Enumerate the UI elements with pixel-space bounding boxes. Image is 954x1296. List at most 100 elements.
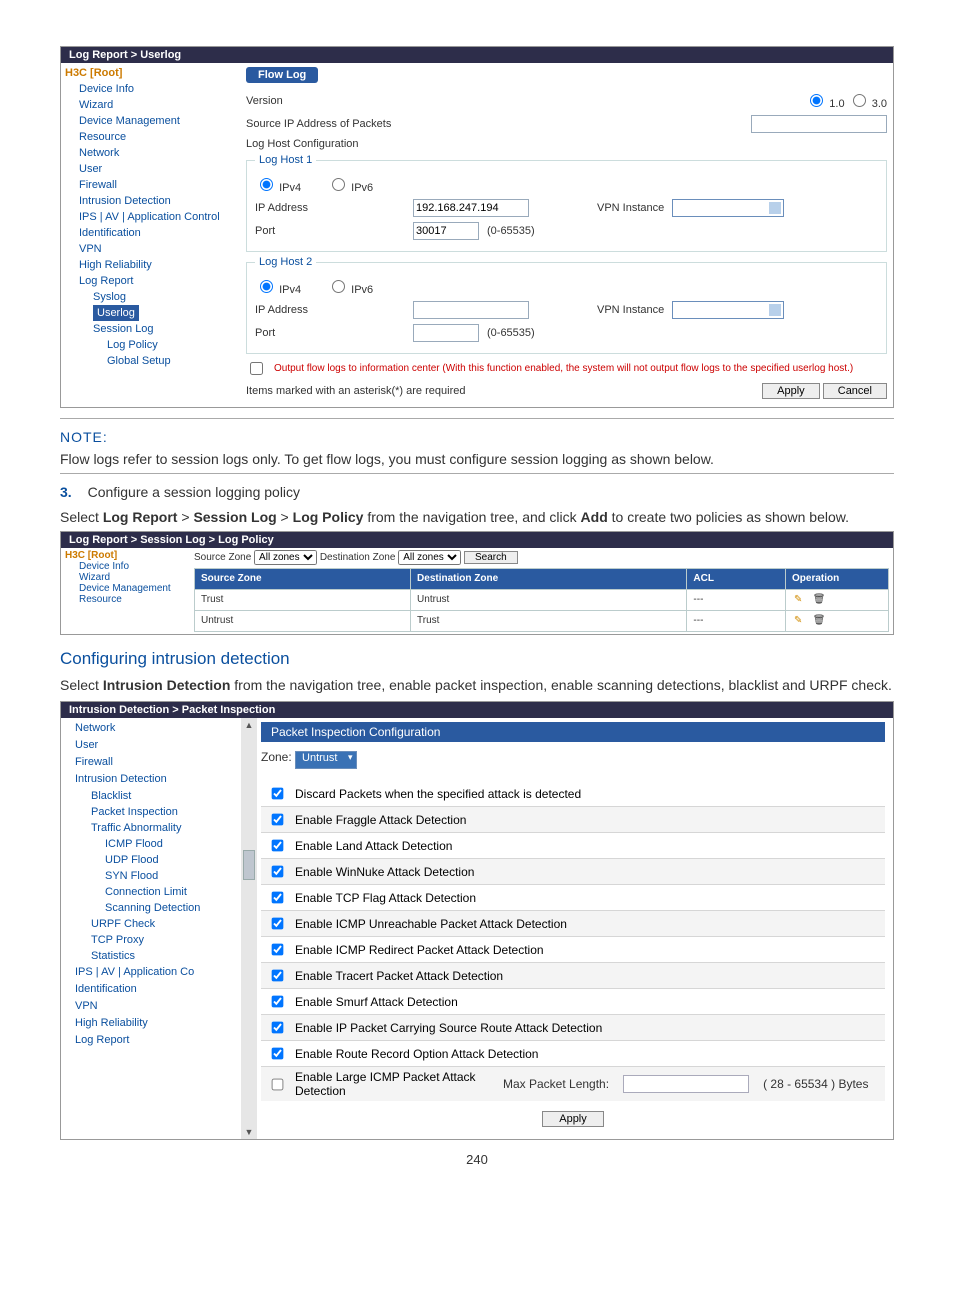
nav-intrusion-detection[interactable]: Intrusion Detection <box>65 193 240 209</box>
radio-version-1[interactable]: 1.0 <box>805 98 844 110</box>
nav-resource[interactable]: Resource <box>65 129 240 145</box>
id-nav-syn-flood[interactable]: SYN Flood <box>61 868 241 884</box>
sl-nav-deviceinfo[interactable]: Device Info <box>65 561 190 572</box>
edit-icon[interactable] <box>794 594 806 606</box>
sl-nav-devmgmt[interactable]: Device Management <box>65 583 190 594</box>
radio-version-3[interactable]: 3.0 <box>848 98 887 110</box>
select-dst-zone[interactable]: All zones <box>398 550 461 565</box>
nav-scrollbar[interactable]: ▲ ▼ <box>241 718 257 1139</box>
input-h1-ip[interactable] <box>413 199 529 217</box>
nav-session-log[interactable]: Session Log <box>65 321 240 337</box>
edit-icon[interactable] <box>794 615 806 627</box>
nav-device-info[interactable]: Device Info <box>65 81 240 97</box>
radio-h2-ipv6[interactable]: IPv6 <box>327 277 373 296</box>
col-src-zone: Source Zone <box>195 568 411 589</box>
id-nav-ident[interactable]: Identification <box>61 981 241 998</box>
label-h1-ip: IP Address <box>255 202 405 214</box>
id-nav-blacklist[interactable]: Blacklist <box>61 788 241 804</box>
nav-ips-av-appctrl[interactable]: IPS | AV | Application Control <box>65 209 240 225</box>
sl-nav-root[interactable]: H3C [Root] <box>65 550 190 561</box>
screenshot-userlog: Log Report > Userlog H3C [Root] Device I… <box>60 46 894 408</box>
scroll-down-icon[interactable]: ▼ <box>245 1125 254 1139</box>
chk-discard[interactable] <box>272 788 284 800</box>
nav-wizard[interactable]: Wizard <box>65 97 240 113</box>
id-nav-udp-flood[interactable]: UDP Flood <box>61 852 241 868</box>
chk-winnuke[interactable] <box>272 866 284 878</box>
id-nav-firewall[interactable]: Firewall <box>61 754 241 771</box>
search-button[interactable]: Search <box>464 551 518 564</box>
id-nav-packet-inspect[interactable]: Packet Inspection <box>61 804 241 820</box>
lbl-discard: Discard Packets when the specified attac… <box>295 787 581 801</box>
chk-output-to-infocenter[interactable] <box>250 362 263 375</box>
step-number: 3. <box>60 484 72 500</box>
apply-button-packet[interactable]: Apply <box>542 1111 604 1127</box>
tab-flow-log[interactable]: Flow Log <box>246 67 318 83</box>
step-3-title: 3. Configure a session logging policy <box>60 482 894 502</box>
id-nav-scan-detect[interactable]: Scanning Detection <box>61 900 241 916</box>
breadcrumb-packet-inspection: Intrusion Detection > Packet Inspection <box>61 702 893 718</box>
id-nav-logreport[interactable]: Log Report <box>61 1032 241 1049</box>
input-max-packet-length[interactable] <box>623 1075 749 1093</box>
chk-land[interactable] <box>272 840 284 852</box>
screenshot-session-log: Log Report > Session Log > Log Policy H3… <box>60 531 894 635</box>
id-nav-highrel[interactable]: High Reliability <box>61 1015 241 1032</box>
nav-firewall[interactable]: Firewall <box>65 177 240 193</box>
input-h2-port[interactable] <box>413 324 479 342</box>
id-nav-network[interactable]: Network <box>61 720 241 737</box>
radio-h1-ipv6[interactable]: IPv6 <box>327 175 373 194</box>
sl-nav-resource[interactable]: Resource <box>65 594 190 605</box>
id-nav-vpn[interactable]: VPN <box>61 998 241 1015</box>
nav-vpn[interactable]: VPN <box>65 241 240 257</box>
nav-user[interactable]: User <box>65 161 240 177</box>
id-nav-intrusion[interactable]: Intrusion Detection <box>61 771 241 788</box>
nav-log-report[interactable]: Log Report <box>65 273 240 289</box>
chk-icmp-redirect[interactable] <box>272 944 284 956</box>
label-h1-port: Port <box>255 225 405 237</box>
cancel-button[interactable]: Cancel <box>823 383 887 399</box>
id-nav-traffic-abnorm[interactable]: Traffic Abnormality <box>61 820 241 836</box>
nav-device-management[interactable]: Device Management <box>65 113 240 129</box>
chk-fraggle[interactable] <box>272 814 284 826</box>
chk-icmp-unreach[interactable] <box>272 918 284 930</box>
chk-large-icmp[interactable] <box>272 1078 284 1090</box>
apply-button[interactable]: Apply <box>762 383 820 399</box>
id-nav-tcp-proxy[interactable]: TCP Proxy <box>61 932 241 948</box>
nav-log-policy[interactable]: Log Policy <box>65 337 240 353</box>
section-heading-intrusion: Configuring intrusion detection <box>60 649 894 669</box>
chk-srcroute[interactable] <box>272 1022 284 1034</box>
select-h2-vpn[interactable] <box>672 301 784 319</box>
input-source-ip[interactable] <box>751 115 887 133</box>
radio-h2-ipv4[interactable]: IPv4 <box>255 277 301 296</box>
nav-root[interactable]: H3C [Root] <box>65 65 240 81</box>
nav-userlog[interactable]: Userlog <box>65 305 240 321</box>
id-nav-user[interactable]: User <box>61 737 241 754</box>
breadcrumb-session-log: Log Report > Session Log > Log Policy <box>61 532 893 548</box>
id-nav-icmp-flood[interactable]: ICMP Flood <box>61 836 241 852</box>
scroll-thumb[interactable] <box>243 850 255 880</box>
id-nav-statistics[interactable]: Statistics <box>61 948 241 964</box>
scroll-up-icon[interactable]: ▲ <box>245 718 254 732</box>
input-h1-port[interactable] <box>413 222 479 240</box>
chk-smurf[interactable] <box>272 996 284 1008</box>
id-nav-urpf[interactable]: URPF Check <box>61 916 241 932</box>
trash-icon[interactable] <box>813 594 825 606</box>
nav-identification[interactable]: Identification <box>65 225 240 241</box>
input-h2-ip[interactable] <box>413 301 529 319</box>
chk-routerecord[interactable] <box>272 1048 284 1060</box>
trash-icon[interactable] <box>813 615 825 627</box>
sl-nav-wizard[interactable]: Wizard <box>65 572 190 583</box>
nav-tree-userlog: H3C [Root] Device Info Wizard Device Man… <box>61 63 240 407</box>
nav-global-setup[interactable]: Global Setup <box>65 353 240 369</box>
chk-tracert[interactable] <box>272 970 284 982</box>
cell-src: Trust <box>195 589 411 610</box>
id-nav-ipsav[interactable]: IPS | AV | Application Co <box>61 964 241 981</box>
chk-tcpflag[interactable] <box>272 892 284 904</box>
select-src-zone[interactable]: All zones <box>254 550 317 565</box>
id-nav-conn-limit[interactable]: Connection Limit <box>61 884 241 900</box>
radio-h1-ipv4[interactable]: IPv4 <box>255 175 301 194</box>
zone-select[interactable]: Untrust <box>295 751 356 769</box>
nav-network[interactable]: Network <box>65 145 240 161</box>
nav-high-reliability[interactable]: High Reliability <box>65 257 240 273</box>
nav-syslog[interactable]: Syslog <box>65 289 240 305</box>
select-h1-vpn[interactable] <box>672 199 784 217</box>
